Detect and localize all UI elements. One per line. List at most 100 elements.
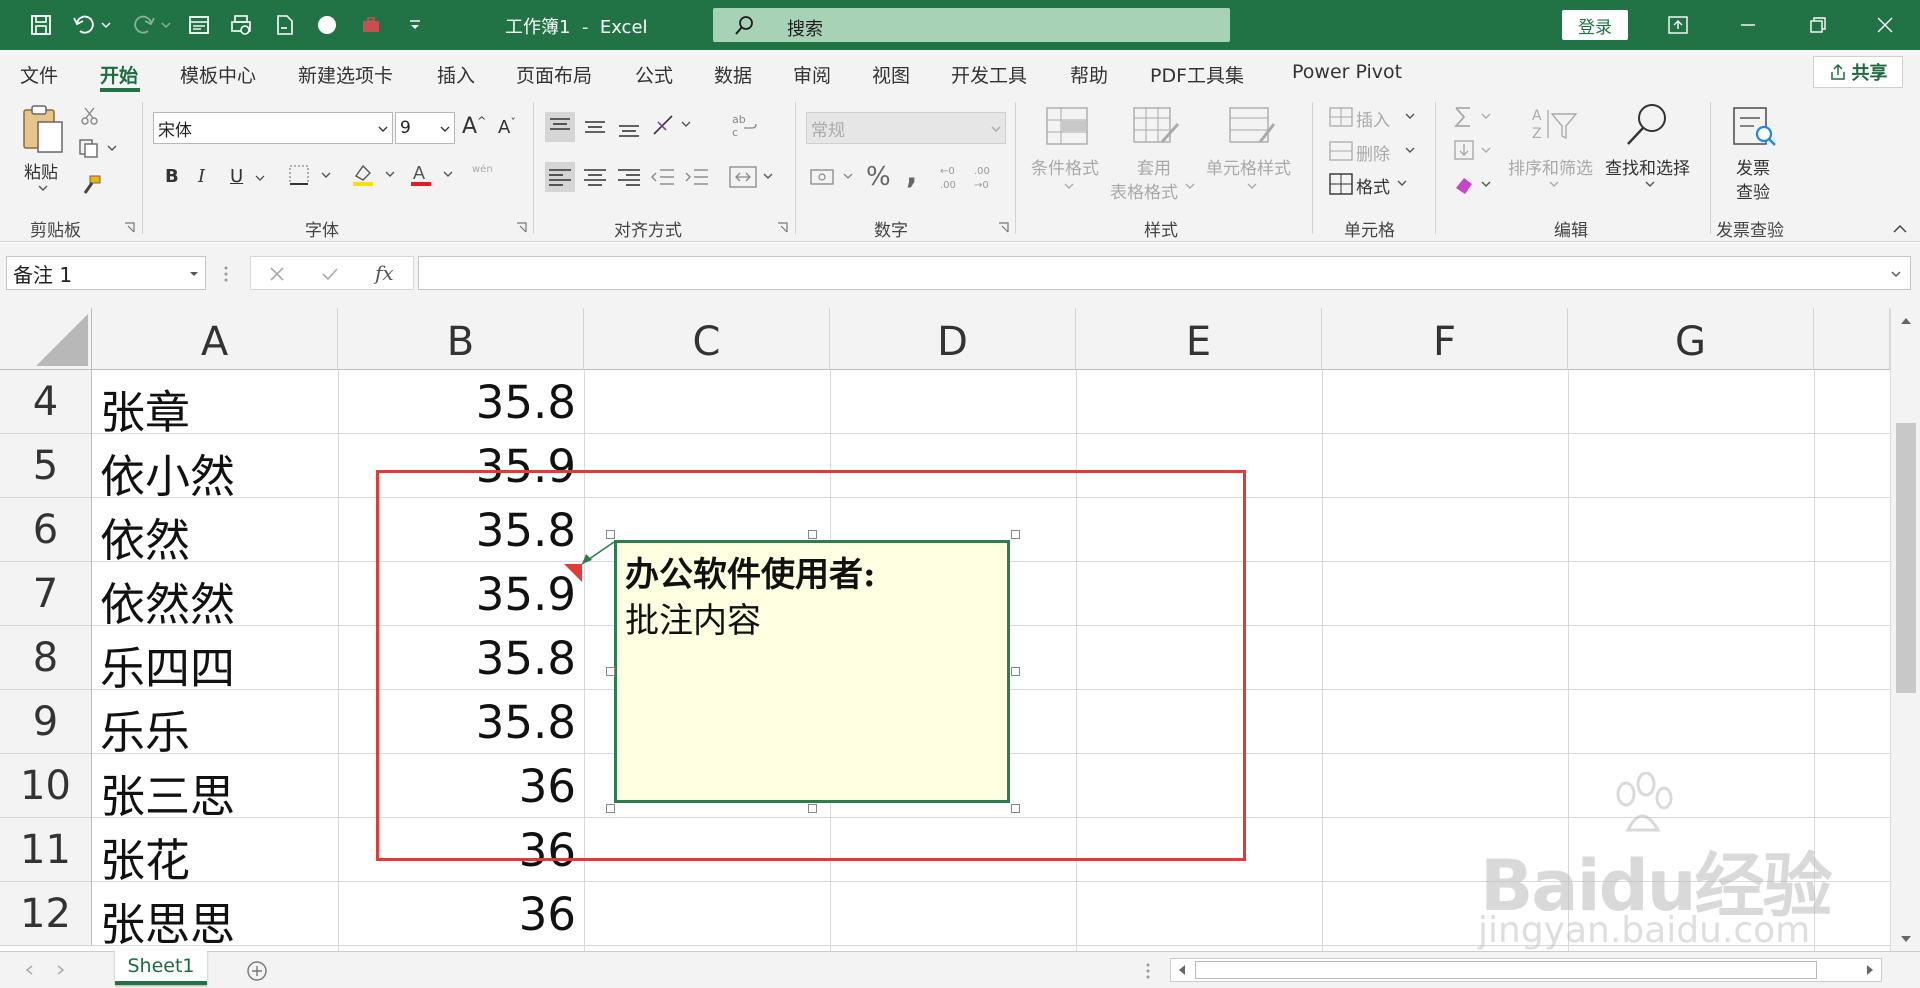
tab-pdf-tools[interactable]: PDF工具集: [1150, 61, 1244, 88]
chevron-down-icon[interactable]: [254, 174, 266, 182]
cell-b[interactable]: 36: [340, 888, 576, 941]
dialog-launcher-icon[interactable]: [124, 222, 135, 233]
chevron-down-icon[interactable]: [1063, 182, 1075, 190]
border-icon[interactable]: [288, 164, 334, 186]
chevron-down-icon[interactable]: [1184, 182, 1196, 190]
number-format-select[interactable]: 常规: [806, 112, 1006, 144]
fill-icon[interactable]: [1452, 138, 1498, 164]
find-select-label[interactable]: 查找和选择: [1605, 154, 1690, 179]
align-center-icon[interactable]: [580, 162, 610, 192]
tab-templates[interactable]: 模板中心: [180, 61, 256, 88]
fill-color-icon[interactable]: [350, 162, 400, 188]
cell-a[interactable]: 乐四四: [100, 632, 235, 697]
conditional-format-label[interactable]: 条件格式: [1031, 154, 1099, 179]
invoice-check-icon[interactable]: [1730, 106, 1778, 148]
tab-developer[interactable]: 开发工具: [951, 61, 1027, 88]
clear-icon[interactable]: [1452, 172, 1498, 198]
login-button[interactable]: 登录: [1562, 10, 1628, 40]
align-bottom-icon[interactable]: [614, 112, 644, 142]
restore-icon[interactable]: [1783, 0, 1853, 50]
phonetic-label[interactable]: wén: [472, 164, 493, 175]
cell-styles-label[interactable]: 单元格样式: [1206, 154, 1291, 179]
dialog-launcher-icon[interactable]: [998, 222, 1009, 233]
collapse-ribbon-icon[interactable]: [1892, 224, 1908, 234]
row-header[interactable]: 7: [0, 562, 92, 626]
form-icon[interactable]: [182, 8, 216, 42]
format-as-table-label-b[interactable]: 表格格式: [1110, 178, 1178, 203]
sort-filter-label[interactable]: 排序和筛选: [1508, 154, 1593, 179]
row-header[interactable]: 11: [0, 818, 92, 882]
comma-button[interactable]: ,: [906, 156, 917, 191]
formula-input[interactable]: [418, 256, 1911, 290]
tab-help[interactable]: 帮助: [1070, 61, 1108, 88]
chevron-down-icon[interactable]: [1404, 112, 1416, 120]
chevron-down-icon[interactable]: [1644, 180, 1656, 188]
record-icon[interactable]: [310, 8, 344, 42]
orientation-icon[interactable]: [650, 110, 694, 140]
search-box[interactable]: 搜索: [713, 8, 1230, 42]
row-header[interactable]: 12: [0, 882, 92, 946]
cell-a[interactable]: 依小然: [100, 440, 235, 505]
increase-font-icon[interactable]: A^: [462, 114, 486, 139]
increase-decimal-icon[interactable]: ←0.00: [938, 162, 968, 192]
sort-filter-icon[interactable]: AZ: [1530, 104, 1578, 146]
decrease-decimal-icon[interactable]: .00→0: [972, 162, 1002, 192]
tab-data[interactable]: 数据: [714, 61, 752, 88]
cell-b[interactable]: 35.8: [340, 376, 576, 429]
accounting-format-icon[interactable]: [808, 164, 858, 190]
column-header-b[interactable]: B: [338, 308, 584, 370]
invoice-label-b[interactable]: 查验: [1736, 178, 1770, 203]
select-all-button[interactable]: [0, 308, 92, 370]
chevron-down-icon[interactable]: [1396, 179, 1408, 187]
align-top-icon[interactable]: [545, 112, 575, 142]
row-header[interactable]: 4: [0, 370, 92, 434]
minimize-icon[interactable]: [1713, 0, 1783, 50]
cell-styles-icon[interactable]: [1228, 106, 1276, 146]
chevron-down-icon[interactable]: [1548, 180, 1560, 188]
format-painter-icon[interactable]: [80, 174, 102, 196]
scroll-left-icon[interactable]: [1177, 964, 1187, 976]
tab-page-layout[interactable]: 页面布局: [516, 61, 592, 88]
cancel-icon[interactable]: [269, 266, 285, 282]
horizontal-scrollbar[interactable]: [1170, 958, 1882, 982]
tab-view[interactable]: 视图: [872, 61, 910, 88]
cell-a[interactable]: 张三思: [100, 760, 235, 825]
copy-icon[interactable]: [78, 138, 118, 158]
delete-cells-label[interactable]: 删除: [1356, 140, 1390, 165]
cell-a[interactable]: 乐乐: [100, 696, 190, 761]
cell-a[interactable]: 张章: [100, 376, 190, 441]
undo-icon[interactable]: [68, 8, 116, 42]
redo-icon[interactable]: [128, 8, 176, 42]
dialog-launcher-icon[interactable]: [516, 222, 527, 233]
name-box[interactable]: 备注 1: [6, 256, 206, 290]
align-left-icon[interactable]: [545, 162, 575, 192]
underline-button[interactable]: U: [230, 166, 243, 187]
print-preview-icon[interactable]: [224, 8, 258, 42]
scroll-right-icon[interactable]: [1865, 964, 1875, 976]
font-size-select[interactable]: 9: [395, 112, 455, 144]
column-header-a[interactable]: A: [92, 308, 338, 370]
wrap-text-icon[interactable]: abc: [730, 110, 760, 140]
align-middle-icon[interactable]: [580, 112, 610, 142]
column-header-g[interactable]: G: [1568, 308, 1814, 370]
tab-formulas[interactable]: 公式: [635, 61, 673, 88]
split-handle-icon[interactable]: [1144, 962, 1152, 980]
row-header[interactable]: 10: [0, 754, 92, 818]
ribbon-display-icon[interactable]: [1643, 0, 1713, 50]
scrollbar-thumb[interactable]: [1896, 423, 1916, 693]
row-header[interactable]: 9: [0, 690, 92, 754]
font-name-select[interactable]: 宋体: [153, 112, 393, 144]
find-select-icon[interactable]: [1624, 102, 1670, 148]
tab-insert[interactable]: 插入: [437, 61, 475, 88]
increase-indent-icon[interactable]: [682, 162, 712, 192]
cell-a[interactable]: 张花: [100, 824, 190, 889]
briefcase-icon[interactable]: [354, 8, 388, 42]
save-icon[interactable]: [24, 8, 58, 42]
share-button[interactable]: 共享: [1813, 56, 1903, 88]
customize-qa-icon[interactable]: [398, 8, 432, 42]
cell-a[interactable]: 依然: [100, 504, 190, 569]
autosum-icon[interactable]: [1452, 104, 1498, 130]
format-cells-icon[interactable]: [1328, 172, 1354, 196]
delete-cells-icon[interactable]: [1328, 140, 1354, 162]
next-sheet-icon[interactable]: [56, 964, 66, 976]
